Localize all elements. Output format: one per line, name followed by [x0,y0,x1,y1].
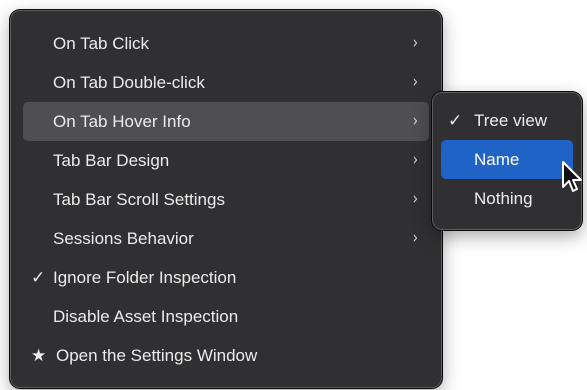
submenu-item-label: Nothing [474,189,533,208]
menu-item-ignore-folder-inspection[interactable]: ✓ Ignore Folder Inspection [23,258,429,297]
menu-item-label: On Tab Hover Info [53,112,191,131]
menu-item-on-tab-click[interactable]: On Tab Click › [23,24,429,63]
menu-item-disable-asset-inspection[interactable]: Disable Asset Inspection [23,297,429,336]
chevron-right-icon: › [412,228,419,248]
star-icon: ★ [31,346,47,365]
context-menu: On Tab Click › On Tab Double-click › On … [10,10,442,388]
checkmark-icon: ✓ [448,111,463,130]
menu-item-on-tab-hover-info[interactable]: On Tab Hover Info › [23,102,429,141]
submenu-item-tree-view[interactable]: ✓ Tree view [441,101,573,140]
menu-item-label: Open the Settings Window [56,346,258,365]
menu-item-label: Tab Bar Design [53,151,170,170]
menu-item-tab-bar-scroll-settings[interactable]: Tab Bar Scroll Settings › [23,180,429,219]
menu-item-label: On Tab Double-click [53,73,205,92]
menu-item-label: On Tab Click [53,34,150,53]
chevron-right-icon: › [412,72,419,92]
menu-item-label: Ignore Folder Inspection [53,268,237,287]
menu-item-label: Sessions Behavior [53,229,194,248]
chevron-right-icon: › [412,111,419,131]
menu-item-tab-bar-design[interactable]: Tab Bar Design › [23,141,429,180]
submenu-item-label: Name [474,150,520,169]
submenu-item-name[interactable]: Name [441,140,573,179]
arrow-cursor-icon [562,161,582,192]
menu-item-label: Tab Bar Scroll Settings [53,190,225,209]
checkmark-icon: ✓ [31,268,46,287]
menu-item-label: Disable Asset Inspection [53,307,239,326]
menu-item-on-tab-double-click[interactable]: On Tab Double-click › [23,63,429,102]
menu-item-open-settings-window[interactable]: ★ Open the Settings Window [23,336,429,375]
submenu-item-label: Tree view [474,111,548,130]
menu-item-sessions-behavior[interactable]: Sessions Behavior › [23,219,429,258]
chevron-right-icon: › [412,33,419,53]
chevron-right-icon: › [412,189,419,209]
submenu-item-nothing[interactable]: Nothing [441,179,573,218]
chevron-right-icon: › [412,150,419,170]
